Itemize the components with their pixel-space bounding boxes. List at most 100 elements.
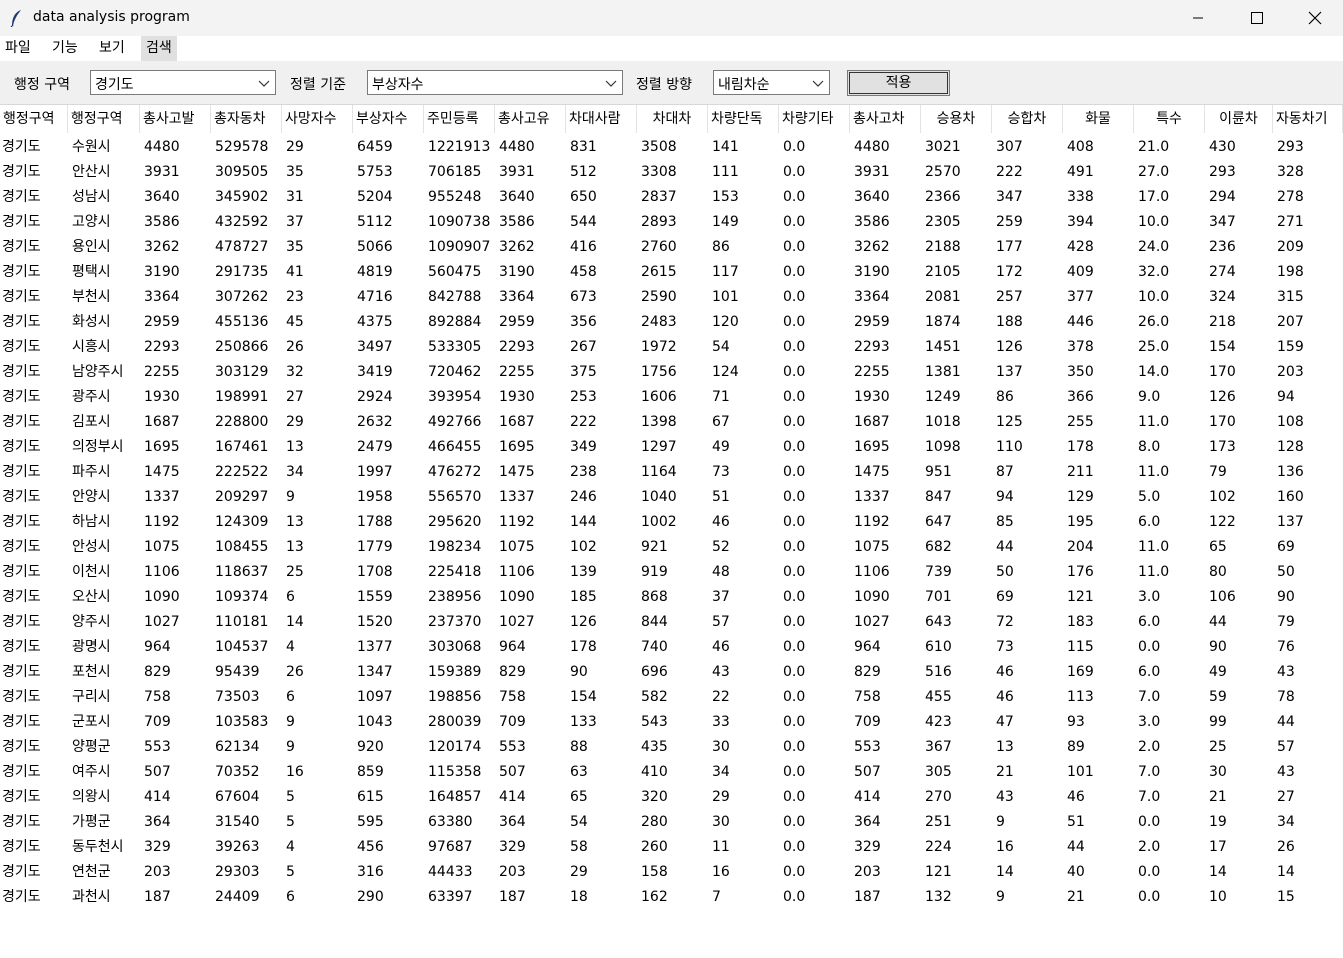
- table-row[interactable]: 경기도 평택시 3190 291735 41 4819 560475 3190 458 2615 1…: [0, 259, 1343, 284]
- table-cell: 198234: [428, 539, 482, 555]
- table-cell: 1972: [641, 339, 677, 355]
- column-header[interactable]: 부상자수: [353, 105, 424, 133]
- apply-button[interactable]: 적용: [847, 70, 950, 96]
- column-header[interactable]: 화물: [1063, 105, 1134, 133]
- table-cell: 303068: [428, 639, 482, 655]
- table-row[interactable]: 경기도 광주시 1930 198991 27 2924 393954 1930 253 1606 7…: [0, 384, 1343, 409]
- table-cell: 706185: [428, 164, 482, 180]
- column-header[interactable]: 특수: [1134, 105, 1205, 133]
- maximize-button[interactable]: [1228, 0, 1286, 36]
- table-cell: 195: [1067, 514, 1094, 530]
- column-header[interactable]: 총사고발: [140, 105, 211, 133]
- table-row[interactable]: 경기도 고양시 3586 432592 37 5112 1090738 3586 544 2893…: [0, 209, 1343, 234]
- column-header[interactable]: 행정구역: [0, 105, 68, 133]
- table-cell: 2105: [925, 264, 961, 280]
- table-cell: 가평군: [72, 814, 111, 830]
- column-header[interactable]: 차대사람: [566, 105, 637, 133]
- table-row[interactable]: 경기도 구리시 758 73503 6 1097 198856 758 154 582 22 0.0 7…: [0, 684, 1343, 709]
- table-cell: 198856: [428, 689, 482, 705]
- table-cell: 1337: [499, 489, 535, 505]
- column-header[interactable]: 자동차기: [1273, 105, 1343, 133]
- column-header[interactable]: 주민등록: [424, 105, 495, 133]
- menu-view[interactable]: 보기: [94, 36, 130, 61]
- table-row[interactable]: 경기도 양주시 1027 110181 14 1520 237370 1027 126 844 57…: [0, 609, 1343, 634]
- table-cell: 920: [357, 739, 384, 755]
- sort-select[interactable]: 부상자수: [367, 70, 623, 95]
- table-row[interactable]: 경기도 포천시 829 95439 26 1347 159389 829 90 696 43 0.0 8…: [0, 659, 1343, 684]
- table-cell: 350: [1067, 364, 1094, 380]
- table-cell: 121: [925, 864, 952, 880]
- table-cell: 347: [1209, 214, 1236, 230]
- table-row[interactable]: 경기도 부천시 3364 307262 23 4716 842788 3364 673 2590 1…: [0, 284, 1343, 309]
- column-header[interactable]: 총자동차: [211, 105, 282, 133]
- column-header[interactable]: 차대차: [637, 105, 708, 133]
- table-cell: 6: [286, 689, 295, 705]
- table-cell: 236: [1209, 239, 1236, 255]
- menu-file[interactable]: 파일: [0, 36, 36, 61]
- table-row[interactable]: 경기도 김포시 1687 228800 29 2632 492766 1687 222 1398 6…: [0, 409, 1343, 434]
- table-row[interactable]: 경기도 파주시 1475 222522 34 1997 476272 1475 238 1164 7…: [0, 459, 1343, 484]
- table-cell: 237370: [428, 614, 482, 630]
- table-cell: 72: [996, 614, 1014, 630]
- table-cell: 65: [570, 789, 588, 805]
- table-cell: 16: [286, 764, 304, 780]
- table-row[interactable]: 경기도 이천시 1106 118637 25 1708 225418 1106 139 919 48…: [0, 559, 1343, 584]
- minimize-button[interactable]: [1169, 0, 1227, 36]
- table-row[interactable]: 경기도 시흥시 2293 250866 26 3497 533305 2293 267 1972 5…: [0, 334, 1343, 359]
- table-cell: 경기도: [2, 364, 41, 380]
- region-select[interactable]: 경기도: [90, 70, 276, 95]
- table-cell: 291735: [215, 264, 269, 280]
- table-row[interactable]: 경기도 광명시 964 104537 4 1377 303068 964 178 740 46 0.0…: [0, 634, 1343, 659]
- direction-select[interactable]: 내림차순: [713, 70, 830, 95]
- table-row[interactable]: 경기도 과천시 187 24409 6 290 63397 187 18 162 7 0.0 187 13…: [0, 884, 1343, 909]
- table-cell: 6.0: [1138, 514, 1161, 530]
- table-cell: 동두천시: [72, 839, 124, 855]
- table-cell: 349: [570, 439, 597, 455]
- table-row[interactable]: 경기도 양평군 553 62134 9 920 120174 553 88 435 30 0.0 553…: [0, 734, 1343, 759]
- column-header[interactable]: 행정구역: [68, 105, 140, 133]
- table-cell: 30: [1209, 764, 1227, 780]
- table-cell: 1027: [499, 614, 535, 630]
- table-cell: 24409: [215, 889, 260, 905]
- table-cell: 185: [570, 589, 597, 605]
- table-row[interactable]: 경기도 여주시 507 70352 16 859 115358 507 63 410 34 0.0 50…: [0, 759, 1343, 784]
- table-row[interactable]: 경기도 안성시 1075 108455 13 1779 198234 1075 102 921 52…: [0, 534, 1343, 559]
- table-row[interactable]: 경기도 동두천시 329 39263 4 456 97687 329 58 260 11 0.0 329…: [0, 834, 1343, 859]
- column-header[interactable]: 사망자수: [282, 105, 353, 133]
- table-cell: 0.0: [783, 664, 806, 680]
- column-header[interactable]: 차량기타: [779, 105, 850, 133]
- table-row[interactable]: 경기도 성남시 3640 345902 31 5204 955248 3640 650 2837 1…: [0, 184, 1343, 209]
- table-cell: 1708: [357, 564, 393, 580]
- table-cell: 3586: [144, 214, 180, 230]
- table-cell: 315: [1277, 289, 1304, 305]
- column-header[interactable]: 총사고유: [495, 105, 566, 133]
- table-row[interactable]: 경기도 화성시 2959 455136 45 4375 892884 2959 356 2483 1…: [0, 309, 1343, 334]
- table-row[interactable]: 경기도 수원시 4480 529578 29 6459 1221913 4480 831 3508…: [0, 134, 1343, 159]
- menu-search[interactable]: 검색: [141, 36, 177, 61]
- table-cell: 347: [996, 189, 1023, 205]
- table-cell: 1249: [925, 389, 961, 405]
- column-header[interactable]: 승용차: [921, 105, 992, 133]
- column-header[interactable]: 총사고차: [850, 105, 921, 133]
- table-cell: 6459: [357, 139, 393, 155]
- table-row[interactable]: 경기도 가평군 364 31540 5 595 63380 364 54 280 30 0.0 364 2…: [0, 809, 1343, 834]
- column-header[interactable]: 이륜차: [1205, 105, 1273, 133]
- table-cell: 4480: [144, 139, 180, 155]
- table-row[interactable]: 경기도 의정부시 1695 167461 13 2479 466455 1695 349 1297…: [0, 434, 1343, 459]
- close-button[interactable]: [1286, 0, 1343, 36]
- minimize-icon: [1193, 17, 1203, 19]
- column-header[interactable]: 승합차: [992, 105, 1063, 133]
- column-header[interactable]: 차량단독: [708, 105, 779, 133]
- table-row[interactable]: 경기도 안양시 1337 209297 9 1958 556570 1337 246 1040 51…: [0, 484, 1343, 509]
- table-row[interactable]: 경기도 남양주시 2255 303129 32 3419 720462 2255 375 1756…: [0, 359, 1343, 384]
- table-row[interactable]: 경기도 군포시 709 103583 9 1043 280039 709 133 543 33 0.0…: [0, 709, 1343, 734]
- table-row[interactable]: 경기도 안산시 3931 309505 35 5753 706185 3931 512 3308 1…: [0, 159, 1343, 184]
- table-row[interactable]: 경기도 오산시 1090 109374 6 1559 238956 1090 185 868 37 0…: [0, 584, 1343, 609]
- table-cell: 643: [925, 614, 952, 630]
- table-row[interactable]: 경기도 용인시 3262 478727 35 5066 1090907 3262 416 2760…: [0, 234, 1343, 259]
- table-row[interactable]: 경기도 연천군 203 29303 5 316 44433 203 29 158 16 0.0 203 1…: [0, 859, 1343, 884]
- table-row[interactable]: 경기도 의왕시 414 67604 5 615 164857 414 65 320 29 0.0 414…: [0, 784, 1343, 809]
- table-row[interactable]: 경기도 하남시 1192 124309 13 1788 295620 1192 144 1002 4…: [0, 509, 1343, 534]
- menu-function[interactable]: 기능: [47, 36, 83, 61]
- table-cell: 408: [1067, 139, 1094, 155]
